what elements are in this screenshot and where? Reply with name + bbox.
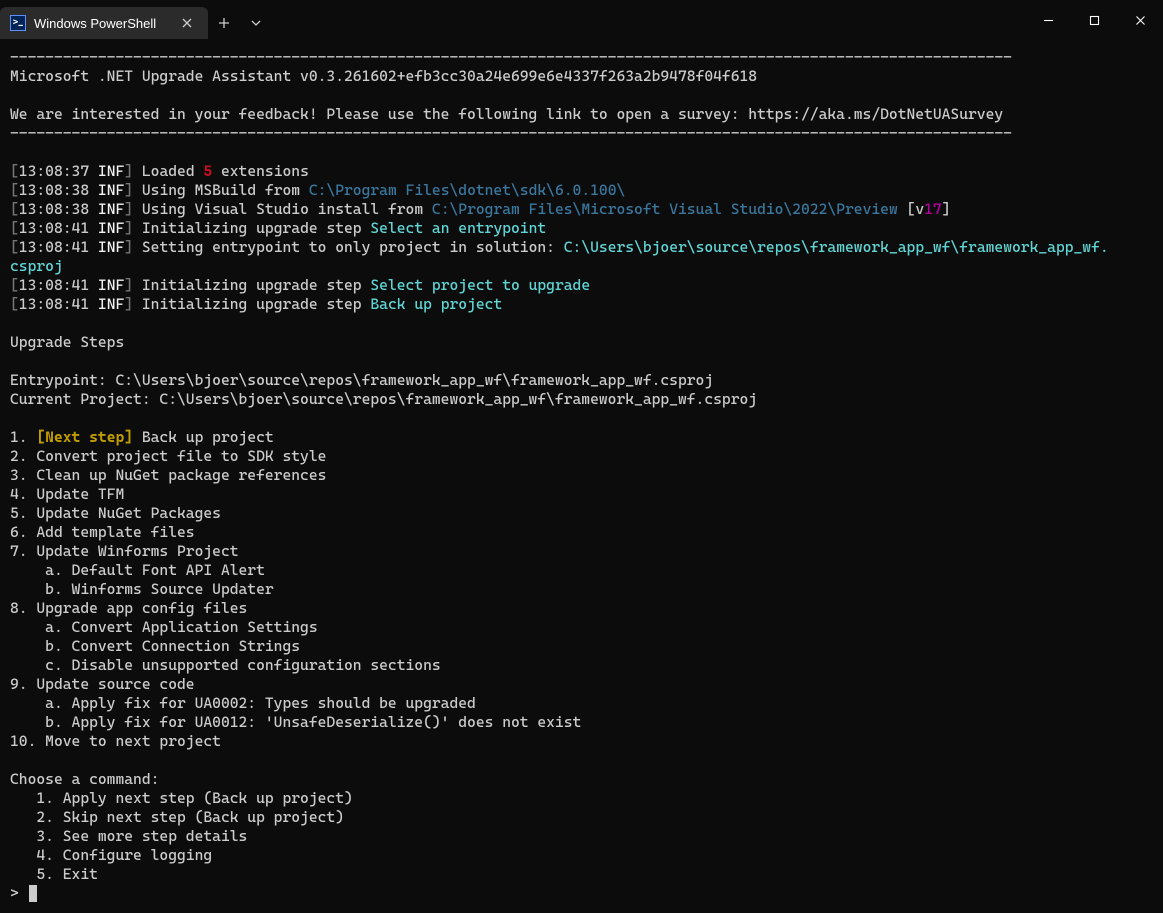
step-subitem: b. Convert Connection Strings: [10, 637, 300, 655]
cursor-icon: [29, 885, 37, 902]
upgrade-steps-header: Upgrade Steps: [10, 333, 124, 351]
log-line: [13:08:41 INF] Initializing upgrade step…: [10, 295, 502, 313]
window-controls: [1025, 4, 1163, 36]
titlebar-left: >_ Windows PowerShell: [0, 0, 272, 40]
powershell-icon: >_: [10, 15, 26, 31]
header-line: Microsoft .NET Upgrade Assistant v0.3.26…: [10, 67, 757, 85]
step-item: 7. Update Winforms Project: [10, 542, 239, 560]
step-item: 8. Upgrade app config files: [10, 599, 247, 617]
step-item: 10. Move to next project: [10, 732, 221, 750]
step-subitem: b. Apply fix for UA0012: 'UnsafeDeserial…: [10, 713, 581, 731]
step-subitem: a. Convert Application Settings: [10, 618, 318, 636]
current-project-line: Current Project: C:\Users\bjoer\source\r…: [10, 390, 757, 408]
step-item: 9. Update source code: [10, 675, 195, 693]
choose-command-header: Choose a command:: [10, 770, 159, 788]
tab-title: Windows PowerShell: [34, 16, 170, 31]
chevron-down-icon: [250, 17, 262, 29]
entrypoint-line: Entrypoint: C:\Users\bjoer\source\repos\…: [10, 371, 713, 389]
close-icon: [182, 18, 192, 28]
close-window-button[interactable]: [1117, 4, 1163, 36]
step-item: 5. Update NuGet Packages: [10, 504, 221, 522]
step-item: 3. Clean up NuGet package references: [10, 466, 326, 484]
new-tab-button[interactable]: [208, 7, 240, 39]
maximize-icon: [1089, 15, 1100, 26]
minimize-button[interactable]: [1025, 4, 1071, 36]
step-subitem: b. Winforms Source Updater: [10, 580, 274, 598]
log-line: [13:08:41 INF] Initializing upgrade step…: [10, 219, 546, 237]
prompt[interactable]: >: [10, 884, 37, 902]
maximize-button[interactable]: [1071, 4, 1117, 36]
step-item: 1. [Next step] Back up project: [10, 428, 274, 446]
titlebar: >_ Windows PowerShell: [0, 0, 1163, 40]
hr-line: ----------------------------------------…: [10, 124, 1012, 142]
close-icon: [1135, 15, 1146, 26]
command-option: 4. Configure logging: [10, 846, 212, 864]
command-option: 5. Exit: [10, 865, 98, 883]
survey-line: We are interested in your feedback! Plea…: [10, 105, 1003, 123]
log-line: [13:08:38 INF] Using Visual Studio insta…: [10, 200, 950, 218]
log-line: [13:08:41 INF] Initializing upgrade step…: [10, 276, 590, 294]
minimize-icon: [1043, 15, 1054, 26]
tab-dropdown-button[interactable]: [240, 7, 272, 39]
step-subitem: a. Default Font API Alert: [10, 561, 265, 579]
tab-powershell[interactable]: >_ Windows PowerShell: [0, 7, 208, 39]
step-subitem: c. Disable unsupported configuration sec…: [10, 656, 441, 674]
step-item: 2. Convert project file to SDK style: [10, 447, 326, 465]
log-line-continuation: csproj: [10, 257, 63, 275]
close-tab-button[interactable]: [178, 14, 196, 32]
step-item: 6. Add template files: [10, 523, 195, 541]
command-option: 3. See more step details: [10, 827, 247, 845]
step-item: 4. Update TFM: [10, 485, 124, 503]
step-subitem: a. Apply fix for UA0002: Types should be…: [10, 694, 476, 712]
command-option: 2. Skip next step (Back up project): [10, 808, 344, 826]
log-line: [13:08:37 INF] Loaded 5 extensions: [10, 162, 309, 180]
terminal-output[interactable]: ----------------------------------------…: [0, 40, 1163, 913]
plus-icon: [218, 17, 230, 29]
command-option: 1. Apply next step (Back up project): [10, 789, 353, 807]
log-line: [13:08:38 INF] Using MSBuild from C:\Pro…: [10, 181, 625, 199]
hr-line: ----------------------------------------…: [10, 48, 1012, 66]
log-line: [13:08:41 INF] Setting entrypoint to onl…: [10, 238, 1109, 256]
